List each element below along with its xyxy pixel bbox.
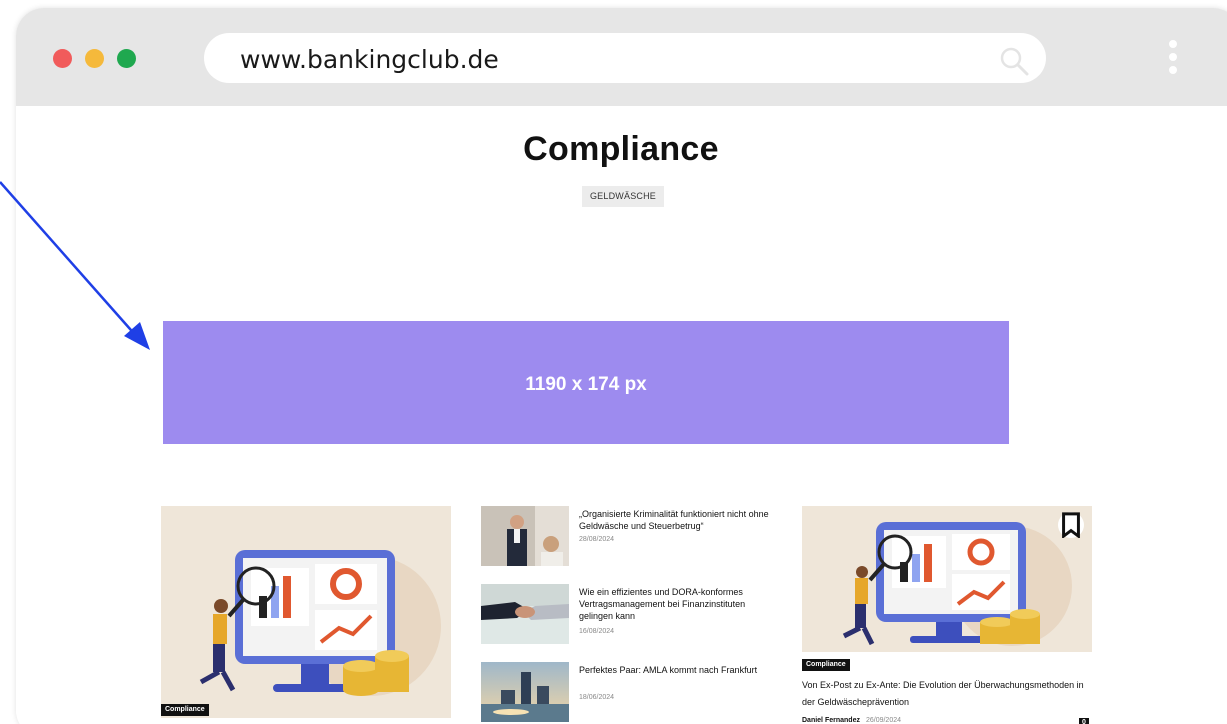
ad-banner-placeholder[interactable]: 1190 x 174 px	[163, 321, 1009, 444]
left-card-image[interactable]	[161, 506, 451, 718]
bookmark-icon[interactable]	[1058, 512, 1084, 538]
tag-geldwaesche[interactable]: GELDWÄSCHE	[582, 186, 664, 207]
list-item[interactable]: „Organisierte Kriminalität funktioniert …	[481, 506, 781, 570]
list-item-title[interactable]: „Organisierte Kriminalität funktioniert …	[579, 508, 775, 532]
analytics-illustration	[199, 550, 441, 696]
right-card-author[interactable]: Daniel Fernandez	[802, 717, 860, 724]
left-card-category-badge[interactable]: Compliance	[161, 704, 209, 716]
browser-toolbar: www.bankingclub.de	[16, 8, 1227, 106]
list-item-date: 28/08/2024	[579, 536, 615, 543]
browser-window: www.bankingclub.de Compliance GELDWÄSCHE…	[16, 8, 1227, 724]
page-title: Compliance	[523, 130, 719, 168]
list-item-title[interactable]: Perfektes Paar: AMLA kommt nach Frankfur…	[579, 664, 775, 676]
search-icon[interactable]	[998, 45, 1030, 77]
url-text[interactable]: www.bankingclub.de	[240, 45, 499, 74]
list-item[interactable]: Wie ein effizientes und DORA-konformes V…	[481, 584, 781, 648]
minimize-window-button[interactable]	[85, 49, 104, 68]
right-card-title[interactable]: Von Ex-Post zu Ex-Ante: Die Evolution de…	[802, 677, 1092, 711]
right-card-image[interactable]	[802, 506, 1092, 652]
analytics-illustration	[842, 522, 1072, 646]
list-item-date: 16/08/2024	[579, 628, 615, 635]
right-card-date: 26/09/2024	[865, 717, 902, 724]
list-item-date: 18/06/2024	[579, 694, 615, 701]
list-item[interactable]: Perfektes Paar: AMLA kommt nach Frankfur…	[481, 662, 781, 724]
list-thumb-1[interactable]	[481, 506, 569, 566]
more-menu-icon[interactable]	[1168, 40, 1178, 80]
list-item-title[interactable]: Wie ein effizientes und DORA-konformes V…	[579, 586, 775, 622]
close-window-button[interactable]	[53, 49, 72, 68]
address-bar[interactable]: www.bankingclub.de	[204, 33, 1046, 83]
right-card-category-badge[interactable]: Compliance	[802, 659, 850, 671]
maximize-window-button[interactable]	[117, 49, 136, 68]
page-content: Compliance GELDWÄSCHE 1190 x 174 px Comp…	[16, 106, 1227, 724]
comment-count-badge[interactable]: 0	[1079, 718, 1089, 724]
right-card-meta: Daniel Fernandez 26/09/2024	[802, 717, 901, 724]
list-thumb-2[interactable]	[481, 584, 569, 644]
list-thumb-3[interactable]	[481, 662, 569, 722]
